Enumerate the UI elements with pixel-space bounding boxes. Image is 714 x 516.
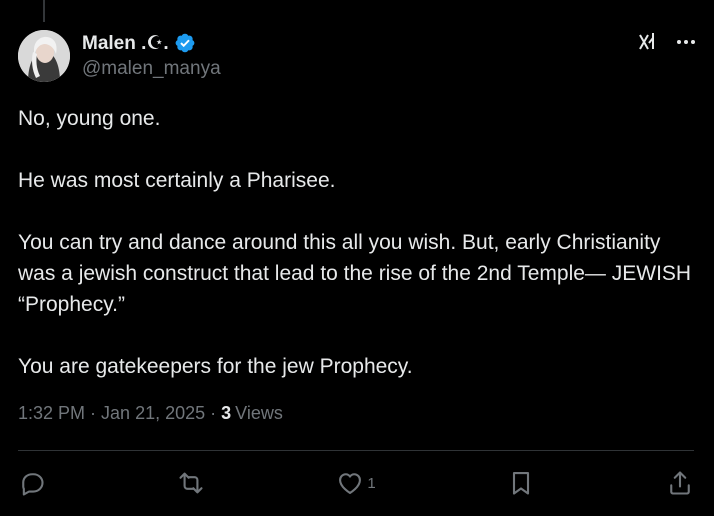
meta-separator: · [90,403,97,423]
share-button[interactable] [666,469,694,497]
tweet-date[interactable]: Jan 21, 2025 [101,403,205,424]
tweet-metadata: 1:32 PM · Jan 21, 2025 · 3 Views [18,403,283,424]
divider [18,450,694,451]
heart-icon [339,473,362,494]
like-button[interactable]: 1 [336,469,376,497]
retweet-icon [179,472,203,494]
tweet-time[interactable]: 1:32 PM [18,403,85,424]
author-handle[interactable]: @malen_manya [82,58,221,80]
thread-connector-line [43,0,45,22]
more-options-icon[interactable] [674,30,698,54]
author-name-row[interactable]: Malen .☪. [82,30,196,56]
verified-badge-icon[interactable] [174,32,196,54]
tweet-text: No, young one. He was most certainly a P… [18,103,698,382]
reply-icon [22,473,44,496]
avatar-image [18,30,70,82]
bookmark-button[interactable] [507,469,535,497]
bookmark-icon [512,472,529,495]
grok-icon[interactable] [636,30,660,54]
avatar[interactable] [18,30,70,82]
views-count[interactable]: 3 [221,403,231,424]
retweet-button[interactable] [177,469,205,497]
tweet-paragraph: You are gatekeepers for the jew Prophecy… [18,355,413,378]
meta-separator: · [210,403,217,423]
tweet-top-actions [636,30,698,54]
like-count: 1 [367,474,376,492]
share-icon [670,471,690,495]
tweet-action-bar: 1 [18,466,694,500]
views-label[interactable]: Views [235,403,283,424]
display-name[interactable]: Malen .☪. [82,32,169,55]
tweet-paragraph: You can try and dance around this all yo… [18,231,692,316]
tweet-paragraph: No, young one. [18,107,161,130]
reply-button[interactable] [18,469,46,497]
tweet-paragraph: He was most certainly a Pharisee. [18,169,336,192]
